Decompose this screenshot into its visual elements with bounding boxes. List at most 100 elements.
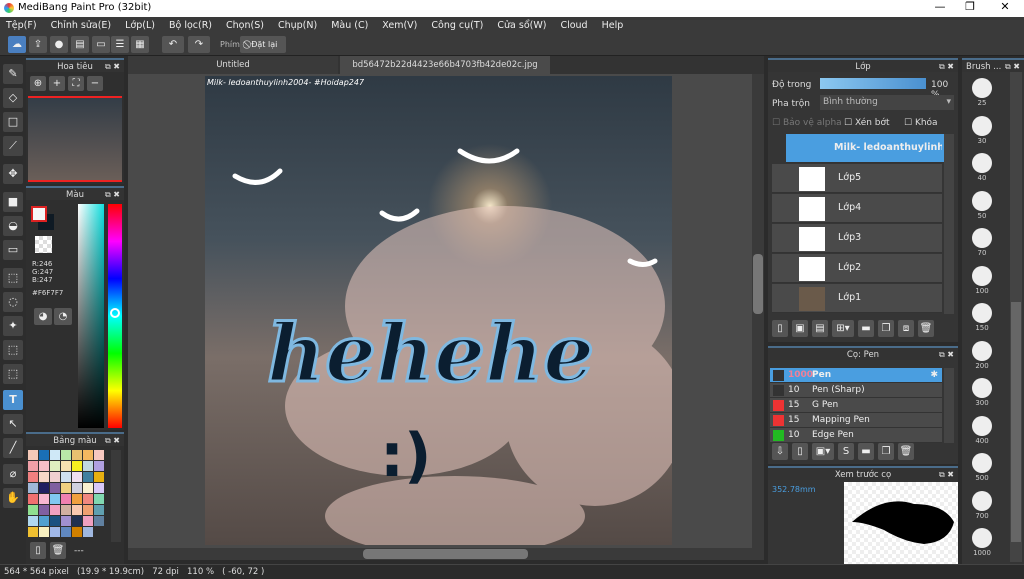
select-pen-tool-icon[interactable]: ⬚ bbox=[3, 340, 23, 360]
menu-layer[interactable]: Lớp(L) bbox=[125, 17, 155, 34]
menu-color[interactable]: Màu (C) bbox=[331, 17, 368, 34]
eraser-tool-icon[interactable]: ◇ bbox=[3, 88, 23, 108]
navigator-preview[interactable] bbox=[28, 96, 122, 182]
close-button[interactable]: ✕ bbox=[990, 0, 1020, 17]
new-layer-icon[interactable]: ▯ bbox=[772, 320, 788, 337]
palette-swatch[interactable] bbox=[39, 527, 49, 537]
trash-icon[interactable]: 🗑 bbox=[918, 320, 934, 337]
palette-swatch[interactable] bbox=[61, 461, 71, 471]
brush-row[interactable]: 10 Edge Pen bbox=[770, 428, 942, 443]
palette-swatch[interactable] bbox=[50, 505, 60, 515]
palette-swatch[interactable] bbox=[61, 505, 71, 515]
move-tool-icon[interactable]: ✥ bbox=[3, 164, 23, 184]
palette-swatch[interactable] bbox=[39, 494, 49, 504]
comment-icon[interactable]: ▤ bbox=[71, 36, 89, 53]
menu-cloud[interactable]: Cloud bbox=[560, 17, 587, 34]
document-icon[interactable]: ▭ bbox=[92, 36, 110, 53]
duplicate-layer-icon[interactable]: ❐ bbox=[878, 320, 894, 337]
brush-size-option[interactable]: 500 bbox=[968, 451, 996, 487]
tab-untitled[interactable]: Untitled bbox=[128, 56, 338, 74]
cloud-icon[interactable]: ☁ bbox=[8, 36, 26, 53]
folder-icon[interactable]: ▬ bbox=[858, 443, 874, 460]
menu-window[interactable]: Cửa sổ(W) bbox=[497, 17, 546, 34]
grid-edit-icon[interactable]: ▦ bbox=[131, 36, 149, 53]
layer-row[interactable]: Lớp1 bbox=[772, 284, 942, 313]
brush-size-option[interactable]: 25 bbox=[968, 76, 996, 112]
palette-swatch[interactable] bbox=[83, 472, 93, 482]
menu-tools[interactable]: Công cụ(T) bbox=[431, 17, 483, 34]
speech-bubble-icon[interactable]: ● bbox=[50, 36, 68, 53]
gradient-tool-icon[interactable]: ▭ bbox=[3, 240, 23, 260]
add-layer-dropdown-icon[interactable]: ⊞▾ bbox=[832, 320, 854, 337]
palette-swatch[interactable] bbox=[83, 461, 93, 471]
palette-swatch[interactable] bbox=[39, 505, 49, 515]
hue-slider[interactable] bbox=[108, 204, 122, 428]
zoom-actual-icon[interactable]: ⊕ bbox=[30, 76, 46, 91]
palette-swatch[interactable] bbox=[94, 494, 104, 504]
folder-icon[interactable]: ▬ bbox=[858, 320, 874, 337]
list-settings-icon[interactable]: ☰ bbox=[111, 36, 129, 53]
menu-view[interactable]: Xem(V) bbox=[382, 17, 417, 34]
palette-swatch[interactable] bbox=[28, 505, 38, 515]
clip-checkbox[interactable]: ☐ Xén bớt bbox=[844, 118, 890, 128]
palette-swatch[interactable] bbox=[72, 505, 82, 515]
brush-size-option[interactable]: 1000 bbox=[968, 526, 996, 562]
palette-swatch[interactable] bbox=[72, 527, 82, 537]
rectangle-tool-icon[interactable]: □ bbox=[3, 112, 23, 132]
brush-size-option[interactable]: 200 bbox=[968, 339, 996, 375]
menu-select[interactable]: Chọn(S) bbox=[226, 17, 264, 34]
palette-swatch[interactable] bbox=[72, 450, 82, 460]
palette-swatch[interactable] bbox=[39, 516, 49, 526]
brush-row[interactable]: 15 G Pen bbox=[770, 398, 942, 413]
palette-swatch[interactable] bbox=[39, 472, 49, 482]
transparent-color-swatch[interactable] bbox=[35, 236, 52, 253]
palette-swatch[interactable] bbox=[28, 472, 38, 482]
palette-scrollbar[interactable] bbox=[111, 450, 121, 542]
brush-size-option[interactable]: 700 bbox=[968, 489, 996, 525]
menu-filter[interactable]: Bộ lọc(R) bbox=[169, 17, 212, 34]
palette-swatch[interactable] bbox=[50, 516, 60, 526]
lasso-tool-icon[interactable]: ◌ bbox=[3, 292, 23, 312]
palette-swatch[interactable] bbox=[28, 450, 38, 460]
menu-help[interactable]: Help bbox=[602, 17, 624, 34]
color-settings-icon[interactable]: ◔ bbox=[54, 308, 72, 325]
add-brush-dropdown-icon[interactable]: ▣▾ bbox=[812, 443, 834, 460]
palette-swatch[interactable] bbox=[94, 461, 104, 471]
brush-size-option[interactable]: 30 bbox=[968, 114, 996, 150]
operation-tool-icon[interactable]: ↖ bbox=[3, 414, 23, 434]
palette-swatch[interactable] bbox=[72, 483, 82, 493]
palette-swatch[interactable] bbox=[39, 483, 49, 493]
palette-swatch[interactable] bbox=[83, 527, 93, 537]
palette-swatch[interactable] bbox=[72, 516, 82, 526]
vertical-scrollbar[interactable] bbox=[752, 74, 764, 548]
close-panel-icon[interactable]: ⧉ ✖ bbox=[105, 60, 120, 74]
gear-icon[interactable]: ✱ bbox=[930, 368, 938, 383]
close-panel-icon[interactable]: ⧉ ✖ bbox=[939, 468, 954, 482]
hand-tool-icon[interactable]: ✋ bbox=[3, 488, 23, 508]
palette-swatch[interactable] bbox=[72, 472, 82, 482]
brush-row[interactable]: 15 Mapping Pen bbox=[770, 413, 942, 428]
layer-row[interactable]: Lớp2 bbox=[772, 254, 942, 283]
palette-swatch[interactable] bbox=[83, 494, 93, 504]
blend-mode-select[interactable]: Bình thường ▾ bbox=[820, 95, 954, 110]
share-icon[interactable]: ⇪ bbox=[29, 36, 47, 53]
brush-size-option[interactable]: 400 bbox=[968, 414, 996, 450]
palette-swatch[interactable] bbox=[39, 461, 49, 471]
palette-swatch[interactable] bbox=[50, 483, 60, 493]
palette-swatch[interactable] bbox=[61, 494, 71, 504]
divide-tool-icon[interactable]: ╱ bbox=[3, 438, 23, 458]
new-palette-icon[interactable]: ▯ bbox=[30, 542, 46, 559]
maximize-button[interactable]: ❐ bbox=[955, 0, 985, 17]
brush-size-option[interactable]: 70 bbox=[968, 226, 996, 262]
merge-layer-icon[interactable]: ⧈ bbox=[898, 320, 914, 337]
brush-size-option[interactable]: 50 bbox=[968, 189, 996, 225]
layer-row[interactable]: Milk- ledoanthuylinh2004- #Hoidap247 bbox=[786, 134, 944, 163]
magic-wand-tool-icon[interactable]: ✦ bbox=[3, 316, 23, 336]
palette-swatch[interactable] bbox=[61, 483, 71, 493]
palette-swatch[interactable] bbox=[50, 461, 60, 471]
new-halftone-layer-icon[interactable]: ▣ bbox=[792, 320, 808, 337]
fit-icon[interactable]: ⛶ bbox=[68, 76, 84, 91]
palette-swatch[interactable] bbox=[94, 516, 104, 526]
scroll-thumb[interactable] bbox=[753, 254, 763, 314]
palette-swatch[interactable] bbox=[83, 483, 93, 493]
